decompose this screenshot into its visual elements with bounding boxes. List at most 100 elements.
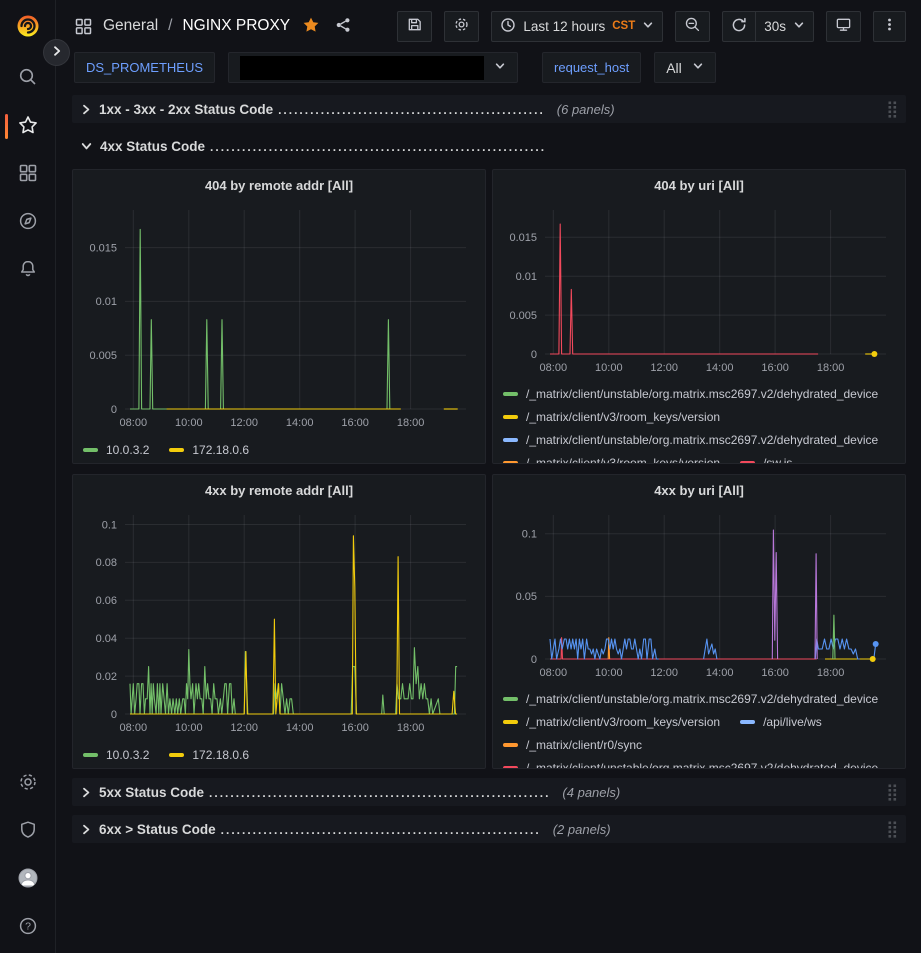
svg-text:0: 0 xyxy=(111,709,117,721)
panel-4xx-by-remote-addr: 4xx by remote addr [All] 08:0010:0012:00… xyxy=(72,474,486,769)
legend-item[interactable]: /_matrix/client/v3/room_keys/version xyxy=(503,715,720,729)
gear-icon xyxy=(17,771,39,796)
time-range-picker[interactable]: Last 12 hours CST xyxy=(491,11,663,42)
sidebar-expand-button[interactable] xyxy=(43,39,70,66)
legend-item[interactable]: /_matrix/client/unstable/org.matrix.msc2… xyxy=(503,387,878,401)
legend-item[interactable]: 10.0.3.2 xyxy=(83,443,149,457)
sidebar: ? xyxy=(0,0,56,953)
chevron-down-icon xyxy=(692,60,704,75)
legend-item[interactable]: /_matrix/client/unstable/org.matrix.msc2… xyxy=(503,692,878,706)
tv-mode-button[interactable] xyxy=(826,11,861,42)
display-icon xyxy=(835,16,852,36)
legend-item[interactable]: /sw.js xyxy=(740,456,792,464)
sidebar-item-configuration[interactable] xyxy=(0,759,55,807)
svg-text:14:00: 14:00 xyxy=(286,417,314,429)
timeseries-chart[interactable]: 08:0010:0012:0014:0016:0018:0000.0050.01… xyxy=(73,200,485,436)
svg-text:0.08: 0.08 xyxy=(96,557,117,569)
sidebar-item-explore[interactable] xyxy=(0,198,55,246)
legend-item[interactable]: /_matrix/client/unstable/org.matrix.msc2… xyxy=(503,433,878,447)
legend-item[interactable]: /api/live/ws xyxy=(740,715,822,729)
sidebar-item-dashboards[interactable] xyxy=(0,150,55,198)
refresh-button[interactable] xyxy=(722,11,755,42)
row-drag-handle[interactable] xyxy=(887,783,898,802)
svg-text:0.015: 0.015 xyxy=(89,242,117,254)
request-host-label: request_host xyxy=(542,52,641,83)
kebab-menu-button[interactable] xyxy=(873,11,906,42)
sidebar-item-help[interactable]: ? xyxy=(0,903,55,951)
svg-text:08:00: 08:00 xyxy=(540,362,568,374)
toolbar: Last 12 hours CST xyxy=(397,11,906,42)
share-icon xyxy=(334,16,352,37)
row-4xx: 4xx Status Code ........................… xyxy=(72,132,906,160)
refresh-interval-select[interactable]: 30s xyxy=(755,11,814,42)
kebab-icon xyxy=(882,17,897,35)
svg-text:12:00: 12:00 xyxy=(650,667,678,679)
legend-swatch xyxy=(503,697,518,701)
panel-title[interactable]: 4xx by uri [All] xyxy=(493,475,905,505)
refresh-interval-label: 30s xyxy=(764,19,786,34)
svg-text:0.1: 0.1 xyxy=(102,519,117,531)
legend-label: 172.18.0.6 xyxy=(192,443,249,457)
legend-item[interactable]: /_matrix/client/unstable/org.matrix.msc2… xyxy=(503,761,878,769)
legend-item[interactable]: 172.18.0.6 xyxy=(169,748,249,762)
sidebar-item-server-admin[interactable] xyxy=(0,807,55,855)
sidebar-item-profile[interactable] xyxy=(0,855,55,903)
legend-item[interactable]: /_matrix/client/v3/room_keys/version xyxy=(503,410,720,424)
svg-text:18:00: 18:00 xyxy=(397,417,425,429)
sidebar-item-starred[interactable] xyxy=(0,102,55,150)
apps-icon xyxy=(17,162,39,187)
timeseries-chart[interactable]: 08:0010:0012:0014:0016:0018:0000.050.1 xyxy=(493,505,905,686)
chevron-down-icon xyxy=(80,140,93,152)
legend-item[interactable]: 172.18.0.6 xyxy=(169,443,249,457)
dashboard-settings-button[interactable] xyxy=(444,11,479,42)
row-toggle-1xx[interactable]: 1xx - 3xx - 2xx Status Code ............… xyxy=(80,102,615,117)
chevron-right-icon xyxy=(80,103,92,116)
legend-item[interactable]: /_matrix/client/v3/room_keys/version xyxy=(503,456,720,464)
datasource-select[interactable] xyxy=(228,52,518,83)
chart-legend: 10.0.3.2 172.18.0.6 xyxy=(73,436,485,463)
svg-text:10:00: 10:00 xyxy=(595,362,623,374)
svg-text:08:00: 08:00 xyxy=(120,722,148,734)
svg-text:0: 0 xyxy=(111,404,117,416)
favorite-star-button[interactable] xyxy=(300,14,322,39)
svg-text:0.06: 0.06 xyxy=(96,595,117,607)
legend-label: /_matrix/client/v3/room_keys/version xyxy=(526,715,720,729)
svg-text:16:00: 16:00 xyxy=(341,417,369,429)
request-host-select[interactable]: All xyxy=(654,52,716,83)
row-drag-handle[interactable] xyxy=(887,820,898,839)
legend-item[interactable]: /_matrix/client/r0/sync xyxy=(503,738,642,752)
timeseries-chart[interactable]: 08:0010:0012:0014:0016:0018:0000.020.040… xyxy=(73,505,485,741)
save-dashboard-button[interactable] xyxy=(397,11,432,42)
svg-text:10:00: 10:00 xyxy=(175,417,203,429)
legend-item[interactable]: 10.0.3.2 xyxy=(83,748,149,762)
chevron-down-icon xyxy=(642,19,654,34)
panel-title[interactable]: 404 by uri [All] xyxy=(493,170,905,200)
row-drag-handle[interactable] xyxy=(887,100,898,119)
breadcrumb-folder[interactable]: General xyxy=(103,17,158,35)
row-toggle-4xx[interactable]: 4xx Status Code ........................… xyxy=(80,139,546,154)
legend-row: /_matrix/client/v3/room_keys/version/sw.… xyxy=(503,451,895,463)
row-toggle-6xx[interactable]: 6xx > Status Code ......................… xyxy=(80,822,611,837)
zoom-out-button[interactable] xyxy=(675,11,710,42)
sidebar-item-alerting[interactable] xyxy=(0,246,55,294)
legend-row: /_matrix/client/unstable/org.matrix.msc2… xyxy=(503,687,895,710)
panel-4xx-by-uri: 4xx by uri [All] 08:0010:0012:0014:0016:… xyxy=(492,474,906,769)
chevron-right-icon xyxy=(80,786,92,799)
row-toggle-5xx[interactable]: 5xx Status Code ........................… xyxy=(80,785,620,800)
refresh-group: 30s xyxy=(722,11,814,42)
legend-label: 10.0.3.2 xyxy=(106,443,149,457)
legend-swatch xyxy=(740,461,755,464)
legend-row: /_matrix/client/unstable/org.matrix.msc2… xyxy=(503,382,895,405)
avatar xyxy=(17,867,39,892)
panel-title[interactable]: 4xx by remote addr [All] xyxy=(73,475,485,505)
legend-label: /_matrix/client/v3/room_keys/version xyxy=(526,410,720,424)
chevron-right-icon xyxy=(50,44,64,61)
legend-swatch xyxy=(503,720,518,724)
panel-title[interactable]: 404 by remote addr [All] xyxy=(73,170,485,200)
share-button[interactable] xyxy=(332,14,354,39)
timeseries-chart[interactable]: 08:0010:0012:0014:0016:0018:0000.0050.01… xyxy=(493,200,905,381)
legend-row: /_matrix/client/unstable/org.matrix.msc2… xyxy=(503,428,895,451)
legend-label: 10.0.3.2 xyxy=(106,748,149,762)
panels-grid: 404 by remote addr [All] 08:0010:0012:00… xyxy=(72,169,906,769)
legend-swatch xyxy=(503,392,518,396)
